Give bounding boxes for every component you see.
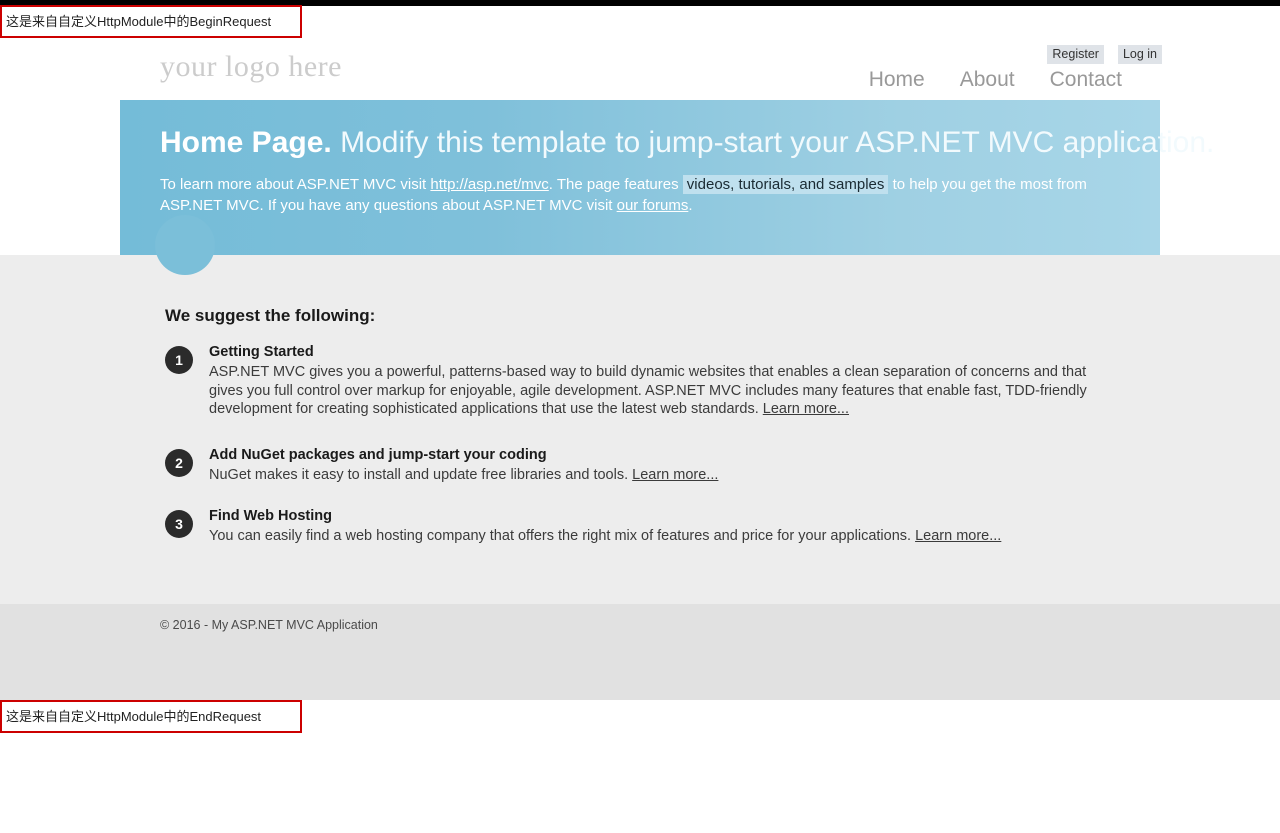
feature-body-text: You can easily find a web hosting compan…	[209, 528, 912, 544]
feature-title: Add NuGet packages and jump-start your c…	[209, 447, 547, 463]
main-navigation: Home About Contact	[869, 68, 1122, 92]
httpmodule-end-request-banner: 这是来自自定义HttpModule中的EndRequest	[0, 700, 302, 733]
site-footer: © 2016 - My ASP.NET MVC Application	[0, 604, 1280, 700]
feature-number-badge: 3	[165, 510, 193, 538]
asp-net-mvc-link[interactable]: http://asp.net/mvc	[430, 176, 548, 193]
feature-number-badge: 1	[165, 346, 193, 374]
feature-body: ASP.NET MVC gives you a powerful, patter…	[209, 363, 1114, 419]
videos-tutorials-samples-link[interactable]: videos, tutorials, and samples	[682, 175, 889, 194]
jumbotron-title-light: Modify this template to jump-start your …	[340, 126, 1215, 159]
feature-body-text: ASP.NET MVC gives you a powerful, patter…	[209, 364, 1087, 417]
nav-contact[interactable]: Contact	[1050, 68, 1122, 92]
suggest-heading: We suggest the following:	[165, 306, 376, 325]
feature-body: NuGet makes it easy to install and updat…	[209, 466, 1114, 485]
httpmodule-begin-request-banner: 这是来自自定义HttpModule中的BeginRequest	[0, 5, 302, 38]
jumbotron-body: To learn more about ASP.NET MVC visit ht…	[160, 174, 1105, 216]
feature-title: Find Web Hosting	[209, 508, 332, 524]
auth-links: Register Log in	[1047, 45, 1162, 64]
jumbotron-body-part1: To learn more about ASP.NET MVC visit	[160, 176, 427, 193]
feature-body-text: NuGet makes it easy to install and updat…	[209, 467, 629, 483]
learn-more-link[interactable]: Learn more...	[915, 528, 1001, 544]
browser-page: 这是来自自定义HttpModule中的BeginRequest your log…	[0, 0, 1280, 833]
jumbotron: Home Page. Modify this template to jump-…	[120, 100, 1214, 255]
site-header: your logo here Register Log in Home Abou…	[0, 38, 1280, 100]
login-link[interactable]: Log in	[1117, 45, 1162, 64]
nav-about[interactable]: About	[960, 68, 1015, 92]
jumbotron-circle-decoration	[155, 215, 215, 275]
nav-home[interactable]: Home	[869, 68, 925, 92]
main-content-band: We suggest the following: 1 Getting Star…	[0, 255, 1280, 604]
register-link[interactable]: Register	[1047, 45, 1104, 64]
begin-request-text: 这是来自自定义HttpModule中的BeginRequest	[6, 13, 272, 29]
jumbotron-title-strong: Home Page.	[160, 126, 332, 159]
jumbotron-title: Home Page. Modify this template to jump-…	[160, 125, 1214, 161]
jumbotron-body-part2: . The page features	[548, 176, 679, 193]
learn-more-link[interactable]: Learn more...	[763, 401, 849, 417]
footer-copyright: © 2016 - My ASP.NET MVC Application	[160, 618, 378, 632]
jumbotron-body-part4: .	[688, 197, 693, 214]
feature-body: You can easily find a web hosting compan…	[209, 527, 1114, 546]
feature-title: Getting Started	[209, 344, 314, 360]
page-bottom-whitespace	[0, 733, 1280, 833]
end-request-text: 这是来自自定义HttpModule中的EndRequest	[6, 708, 262, 724]
site-logo[interactable]: your logo here	[160, 50, 342, 84]
feature-number-badge: 2	[165, 449, 193, 477]
learn-more-link[interactable]: Learn more...	[632, 467, 718, 483]
our-forums-link[interactable]: our forums	[617, 197, 689, 214]
